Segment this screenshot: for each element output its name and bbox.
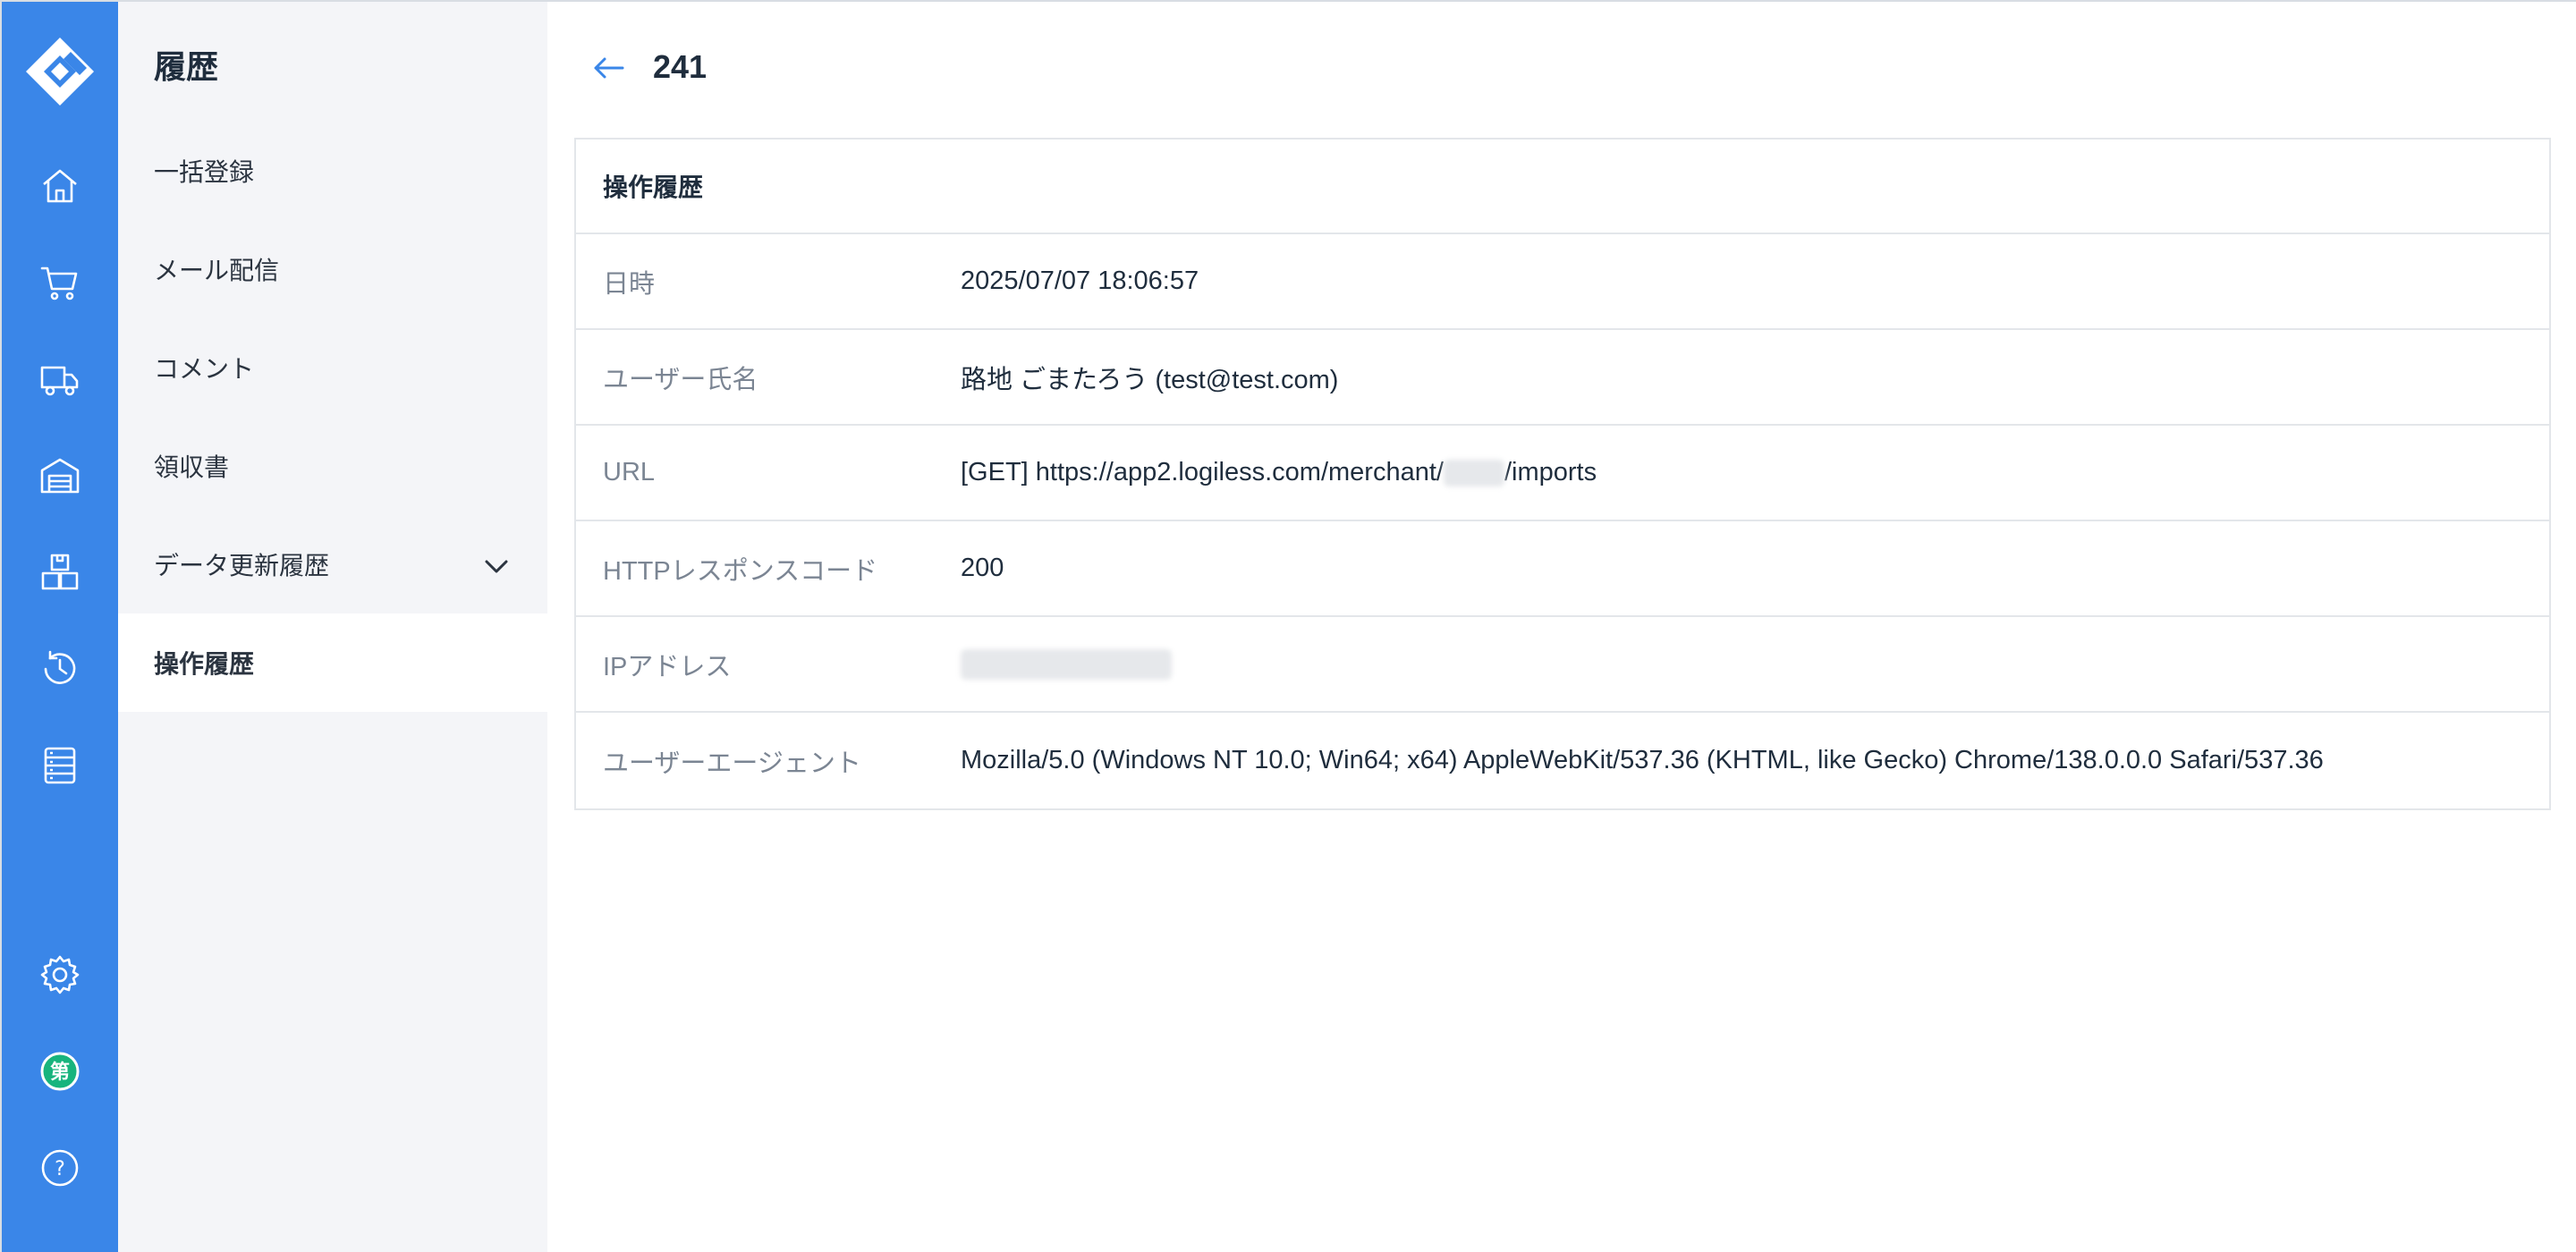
user-badge-text: 第 bbox=[50, 1061, 70, 1084]
icon-rail: 第 ? bbox=[2, 2, 118, 1252]
warehouse-icon[interactable] bbox=[33, 449, 87, 503]
subnav-item-label: メール配信 bbox=[154, 257, 280, 284]
redacted-merchant-id bbox=[1443, 460, 1504, 487]
list-icon[interactable] bbox=[33, 739, 87, 792]
row-label: ユーザーエージェント bbox=[603, 749, 861, 778]
subnav-item-data-update-history[interactable]: データ更新履歴 bbox=[118, 515, 547, 613]
help-icon-text: ? bbox=[55, 1158, 65, 1180]
subnav-item-label: データ更新履歴 bbox=[154, 552, 330, 579]
row-label: 日時 bbox=[603, 269, 656, 299]
detail-row-ip-address: IPアドレス bbox=[576, 617, 2549, 713]
row-value: 路地 ごまたろう (test@test.com) bbox=[961, 365, 1339, 394]
subnav-item-mail-delivery[interactable]: メール配信 bbox=[118, 220, 547, 318]
gear-icon[interactable] bbox=[33, 948, 87, 1002]
cart-icon[interactable] bbox=[33, 256, 87, 309]
detail-row-user-agent: ユーザーエージェント Mozilla/5.0 (Windows NT 10.0;… bbox=[576, 713, 2549, 808]
back-arrow-icon[interactable] bbox=[590, 52, 626, 84]
row-label: HTTPレスポンスコード bbox=[603, 556, 878, 586]
subnav-item-receipt[interactable]: 領収書 bbox=[118, 417, 547, 515]
row-label: URL bbox=[603, 458, 656, 486]
panel-header: 操作履歴 bbox=[576, 140, 2549, 234]
row-label: ユーザー氏名 bbox=[603, 365, 758, 394]
detail-panel: 操作履歴 日時 2025/07/07 18:06:57 ユーザー氏名 路地 ごま… bbox=[574, 138, 2551, 810]
truck-icon[interactable] bbox=[33, 352, 87, 406]
subnav-item-label: 領収書 bbox=[154, 453, 230, 481]
redacted-ip-address bbox=[961, 648, 1172, 680]
row-value: Mozilla/5.0 (Windows NT 10.0; Win64; x64… bbox=[961, 746, 2324, 774]
subnav-item-bulk-register[interactable]: 一括登録 bbox=[118, 122, 547, 220]
app-logo[interactable] bbox=[24, 36, 96, 107]
row-value: 200 bbox=[961, 554, 1004, 582]
main-content: 241 操作履歴 日時 2025/07/07 18:06:57 ユーザー氏名 路… bbox=[547, 2, 2576, 1252]
subnav-title: 履歴 bbox=[154, 48, 219, 85]
url-suffix: /imports bbox=[1504, 458, 1597, 486]
detail-row-user-name: ユーザー氏名 路地 ごまたろう (test@test.com) bbox=[576, 330, 2549, 426]
boxes-icon[interactable] bbox=[33, 546, 87, 599]
chevron-down-icon[interactable] bbox=[483, 553, 510, 579]
row-value: 2025/07/07 18:06:57 bbox=[961, 266, 1199, 295]
subnav-item-comment[interactable]: コメント bbox=[118, 318, 547, 417]
help-icon[interactable]: ? bbox=[33, 1141, 87, 1195]
subnav-item-label: 一括登録 bbox=[154, 158, 255, 186]
url-prefix: [GET] https://app2.logiless.com/merchant… bbox=[961, 458, 1444, 486]
subnav-item-label: 操作履歴 bbox=[154, 650, 255, 678]
window-frame: 第 ? 履歴 一括登録 メール配信 コメント 領収書 データ更新履歴 操作履歴 … bbox=[0, 0, 2576, 1252]
subnav-item-operation-history[interactable]: 操作履歴 bbox=[118, 613, 547, 712]
detail-row-http-status: HTTPレスポンスコード 200 bbox=[576, 521, 2549, 617]
row-label: IPアドレス bbox=[603, 652, 732, 681]
row-value bbox=[961, 648, 1172, 680]
detail-row-datetime: 日時 2025/07/07 18:06:57 bbox=[576, 234, 2549, 330]
user-badge[interactable]: 第 bbox=[33, 1045, 87, 1098]
subnav-item-label: コメント bbox=[154, 355, 255, 383]
home-icon[interactable] bbox=[33, 159, 87, 213]
history-icon[interactable] bbox=[33, 642, 87, 696]
row-value: [GET] https://app2.logiless.com/merchant… bbox=[961, 458, 1597, 487]
page-title: 241 bbox=[653, 48, 708, 85]
subnav: 履歴 一括登録 メール配信 コメント 領収書 データ更新履歴 操作履歴 bbox=[118, 2, 547, 1252]
detail-row-url: URL [GET] https://app2.logiless.com/merc… bbox=[576, 426, 2549, 521]
